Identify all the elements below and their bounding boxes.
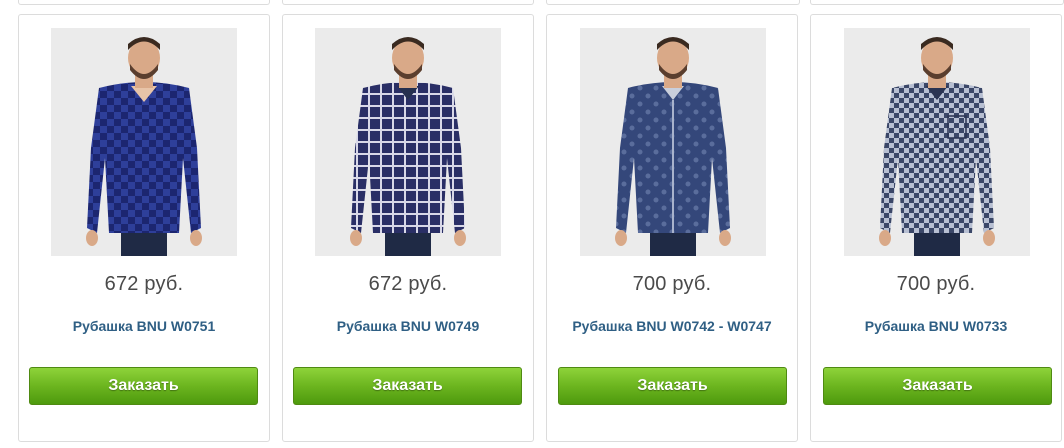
product-photo[interactable] bbox=[580, 28, 766, 256]
product-price: 700 руб. bbox=[896, 273, 976, 295]
product-photo[interactable] bbox=[844, 28, 1030, 256]
product-name-link[interactable]: Рубашка BNU W0751 bbox=[19, 318, 269, 334]
product-image bbox=[86, 37, 202, 256]
product-grid: 672 руб. Рубашка BNU W0751 Заказать 672 … bbox=[0, 0, 1064, 448]
product-price: 672 руб. bbox=[104, 273, 184, 295]
order-button[interactable]: Заказать bbox=[823, 367, 1052, 405]
product-name-link[interactable]: Рубашка BNU W0742 - W0747 bbox=[547, 318, 797, 334]
product-price: 700 руб. bbox=[632, 273, 712, 295]
product-name-link[interactable]: Рубашка BNU W0749 bbox=[283, 318, 533, 334]
previous-row-card-edge bbox=[810, 0, 1064, 5]
product-card: 700 руб. Рубашка BNU W0733 Заказать bbox=[810, 14, 1062, 442]
product-card: 672 руб. Рубашка BNU W0749 Заказать bbox=[282, 14, 534, 442]
order-button[interactable]: Заказать bbox=[293, 367, 522, 405]
product-image bbox=[350, 37, 466, 256]
product-image bbox=[615, 37, 731, 256]
previous-row-card-edge bbox=[282, 0, 534, 5]
product-card: 700 руб. Рубашка BNU W0742 - W0747 Заказ… bbox=[546, 14, 798, 442]
product-image bbox=[879, 37, 995, 256]
order-button[interactable]: Заказать bbox=[29, 367, 258, 405]
product-price: 672 руб. bbox=[368, 273, 448, 295]
product-card: 672 руб. Рубашка BNU W0751 Заказать bbox=[18, 14, 270, 442]
previous-row-card-edge bbox=[18, 0, 270, 5]
product-name-link[interactable]: Рубашка BNU W0733 bbox=[811, 318, 1061, 334]
product-photo[interactable] bbox=[51, 28, 237, 256]
previous-row-card-edge bbox=[546, 0, 800, 5]
product-photo[interactable] bbox=[315, 28, 501, 256]
order-button[interactable]: Заказать bbox=[558, 367, 787, 405]
